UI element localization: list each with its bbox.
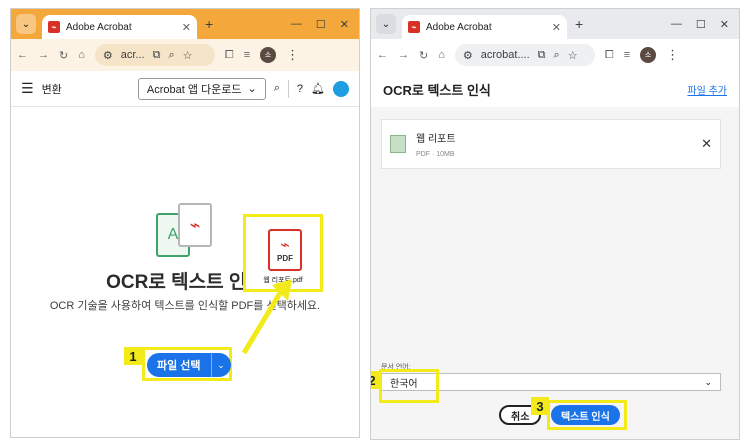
close-icon[interactable]: ✕	[552, 21, 561, 34]
browser-toolbar: ← → ↻ ⌂ ⚙ acrobat.... ⧉ ⌕ ☆ ⧠ ≡ 소 ⋮	[371, 39, 739, 71]
forward-icon[interactable]: →	[38, 49, 49, 61]
profile-avatar[interactable]: 소	[640, 47, 657, 63]
tab-search-button[interactable]: ⌄	[376, 14, 396, 34]
panel-body: 웹 리포트 PDF · 10MB ✕ 문서 언어: 한국어 ⌄ 2 취소 텍스트…	[371, 107, 739, 439]
panel-header: OCR로 텍스트 인식 파일 추가	[371, 71, 739, 107]
divider	[287, 79, 289, 98]
pdf-file-icon: ⌁ PDF	[268, 229, 302, 271]
extensions-icon[interactable]: ⧠	[225, 49, 234, 62]
install-icon[interactable]: ⧉	[538, 49, 546, 62]
url-text: acr...	[120, 49, 145, 61]
acrobat-favicon-icon: ⌁	[48, 21, 60, 33]
step1-badge: 1	[124, 347, 142, 365]
remove-file-icon[interactable]: ✕	[701, 136, 712, 152]
select-file-button[interactable]: 파일 선택 ⌄	[147, 353, 231, 377]
download-label: Acrobat 앱 다운로드	[146, 83, 242, 96]
panel-title: OCR로 텍스트 인식	[383, 82, 491, 98]
url-text: acrobat....	[480, 49, 530, 61]
step3-badge: 3	[531, 397, 549, 415]
tab-search-button[interactable]: ⌄	[16, 14, 36, 34]
browser-tab[interactable]: ⌁ Adobe Acrobat ✕	[42, 15, 197, 39]
menu-icon[interactable]: ⋮	[666, 47, 679, 63]
menu-icon[interactable]: ⋮	[286, 47, 299, 63]
step3-highlight	[547, 400, 627, 430]
search-icon[interactable]: ⌕	[274, 82, 280, 95]
home-icon[interactable]: ⌂	[438, 49, 445, 61]
window-controls: — ☐ ✕	[671, 18, 729, 31]
forward-icon[interactable]: →	[398, 49, 409, 61]
star-icon[interactable]: ☆	[568, 49, 578, 62]
minimize-icon[interactable]: —	[671, 18, 682, 31]
step2-badge: 2	[371, 371, 381, 389]
site-info-icon[interactable]: ⚙	[103, 49, 113, 62]
add-file-link[interactable]: 파일 추가	[687, 82, 727, 97]
address-bar[interactable]: ⚙ acr... ⧉ ⌕ ☆	[94, 44, 215, 66]
help-icon[interactable]: ?	[297, 83, 303, 95]
ocr-illustration: A ⌁	[156, 199, 226, 259]
app-header: ☰ 변환 Acrobat 앱 다운로드 ⌄ ⌕ ? 🔔︎	[11, 71, 359, 107]
tab-bar: ⌄ ⌁ Adobe Acrobat ✕ + — ☐ ✕	[11, 9, 359, 39]
close-window-icon[interactable]: ✕	[720, 18, 729, 31]
file-size: PDF · 10MB	[416, 151, 455, 158]
pdf-symbol-icon: ⌁	[178, 203, 212, 247]
media-icon[interactable]: ≡	[244, 49, 250, 61]
reload-icon[interactable]: ↻	[59, 49, 68, 62]
chevron-down-icon: ⌄	[704, 376, 712, 387]
back-icon[interactable]: ←	[17, 49, 28, 61]
drag-arrow	[241, 279, 292, 355]
pdf-symbol-icon: ⌁	[280, 236, 290, 254]
minimize-icon[interactable]: —	[291, 18, 302, 31]
select-file-label: 파일 선택	[157, 360, 201, 372]
close-window-icon[interactable]: ✕	[340, 18, 349, 31]
maximize-icon[interactable]: ☐	[316, 18, 326, 31]
download-app-select[interactable]: Acrobat 앱 다운로드 ⌄	[137, 77, 266, 100]
browser-toolbar: ← → ↻ ⌂ ⚙ acr... ⧉ ⌕ ☆ ⧠ ≡ 소 ⋮	[11, 39, 359, 71]
pdf-type-label: PDF	[277, 253, 293, 263]
address-bar[interactable]: ⚙ acrobat.... ⧉ ⌕ ☆	[454, 44, 595, 66]
file-meta: 웹 리포트 PDF · 10MB	[416, 130, 456, 158]
zoom-icon[interactable]: ⌕	[554, 49, 560, 62]
tab-bar: ⌄ ⌁ Adobe Acrobat ✕ + — ☐ ✕	[371, 9, 739, 39]
media-icon[interactable]: ≡	[624, 49, 630, 61]
back-icon[interactable]: ←	[377, 49, 388, 61]
chevron-down-icon: ⌄	[381, 18, 391, 30]
window-controls: — ☐ ✕	[291, 18, 349, 31]
browser-tab[interactable]: ⌁ Adobe Acrobat ✕	[402, 15, 567, 39]
tab-title: Adobe Acrobat	[426, 21, 492, 33]
convert-label: 변환	[41, 83, 62, 96]
close-icon[interactable]: ✕	[182, 21, 191, 34]
star-icon[interactable]: ☆	[183, 49, 193, 62]
chevron-down-icon: ⌄	[21, 18, 31, 30]
site-info-icon[interactable]: ⚙	[463, 49, 473, 62]
step2-highlight	[379, 369, 439, 403]
browser-window-right: ⌄ ⌁ Adobe Acrobat ✕ + — ☐ ✕ ← → ↻ ⌂ ⚙ ac…	[370, 8, 740, 440]
hamburger-icon[interactable]: ☰	[21, 80, 34, 97]
plus-icon[interactable]: +	[575, 16, 583, 32]
acrobat-favicon-icon: ⌁	[408, 21, 420, 33]
home-icon[interactable]: ⌂	[78, 49, 85, 61]
account-avatar[interactable]	[333, 80, 349, 97]
page-subtitle: OCR 기술을 사용하여 텍스트를 인식할 PDF를 선택하세요.	[49, 300, 321, 312]
bell-icon[interactable]: 🔔︎	[311, 82, 325, 95]
file-thumbnail-icon	[390, 135, 406, 153]
reload-icon[interactable]: ↻	[419, 49, 428, 62]
plus-icon[interactable]: +	[205, 16, 213, 32]
maximize-icon[interactable]: ☐	[696, 18, 706, 31]
zoom-icon[interactable]: ⌕	[168, 49, 174, 62]
browser-window-left: ⌄ ⌁ Adobe Acrobat ✕ + — ☐ ✕ ← → ↻ ⌂ ⚙ ac…	[10, 8, 360, 438]
chevron-down-icon[interactable]: ⌄	[210, 353, 231, 377]
tab-title: Adobe Acrobat	[66, 21, 132, 33]
chevron-down-icon: ⌄	[247, 83, 257, 95]
file-name: 웹 리포트	[416, 134, 456, 145]
profile-avatar[interactable]: 소	[260, 47, 277, 63]
extensions-icon[interactable]: ⧠	[605, 49, 614, 62]
file-item: 웹 리포트 PDF · 10MB ✕	[381, 119, 721, 169]
install-icon[interactable]: ⧉	[153, 49, 161, 62]
